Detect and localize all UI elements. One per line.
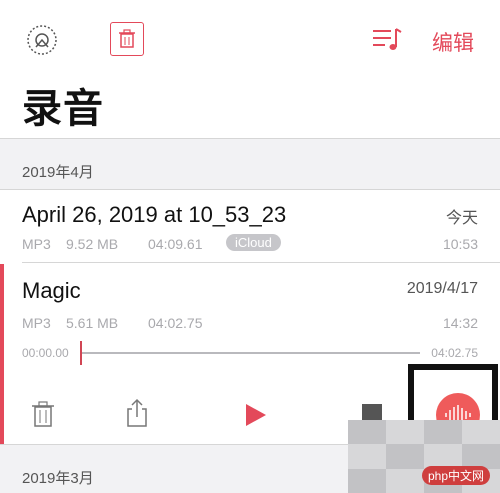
play-icon[interactable] bbox=[240, 400, 270, 430]
recording-format: MP3 bbox=[22, 236, 51, 252]
recording-title: April 26, 2019 at 10_53_23 bbox=[22, 202, 287, 227]
recording-title: Magic bbox=[22, 278, 81, 303]
share-icon[interactable] bbox=[122, 396, 152, 430]
scrubber-thumb[interactable] bbox=[80, 341, 82, 365]
section-label: 2019年3月 bbox=[22, 470, 94, 487]
page-title: 录音 bbox=[22, 87, 104, 131]
scrubber-start-time: 00:00.00 bbox=[22, 346, 69, 360]
recording-date: 今天 bbox=[445, 210, 478, 227]
section-header-april: 2019年4月 bbox=[0, 139, 500, 189]
recording-duration: 04:09.61 bbox=[148, 236, 203, 252]
recording-time: 10:53 bbox=[442, 236, 478, 252]
scrubber-end-time: 04:02.75 bbox=[431, 346, 478, 360]
playlist-icon[interactable] bbox=[370, 24, 404, 54]
edit-button[interactable]: 编辑 bbox=[432, 27, 474, 57]
watermark: php中文网 bbox=[421, 466, 490, 485]
recording-duration: 04:02.75 bbox=[148, 315, 203, 331]
settings-icon[interactable] bbox=[24, 22, 60, 58]
recording-date: 2019/4/17 bbox=[406, 280, 478, 297]
recording-format: MP3 bbox=[22, 315, 51, 331]
trash-icon[interactable] bbox=[110, 22, 144, 56]
recording-time: 14:32 bbox=[442, 315, 478, 331]
recording-size: 9.52 MB bbox=[66, 236, 119, 252]
recording-size: 5.61 MB bbox=[66, 315, 119, 331]
scrubber-track[interactable] bbox=[82, 352, 420, 354]
divider bbox=[22, 262, 500, 263]
delete-recording-icon[interactable] bbox=[28, 398, 58, 430]
section-label: 2019年4月 bbox=[22, 164, 94, 181]
recording-row[interactable]: April 26, 2019 at 10_53_23 MP3 9.52 MB 0… bbox=[0, 190, 500, 262]
icloud-badge: iCloud bbox=[226, 234, 281, 251]
